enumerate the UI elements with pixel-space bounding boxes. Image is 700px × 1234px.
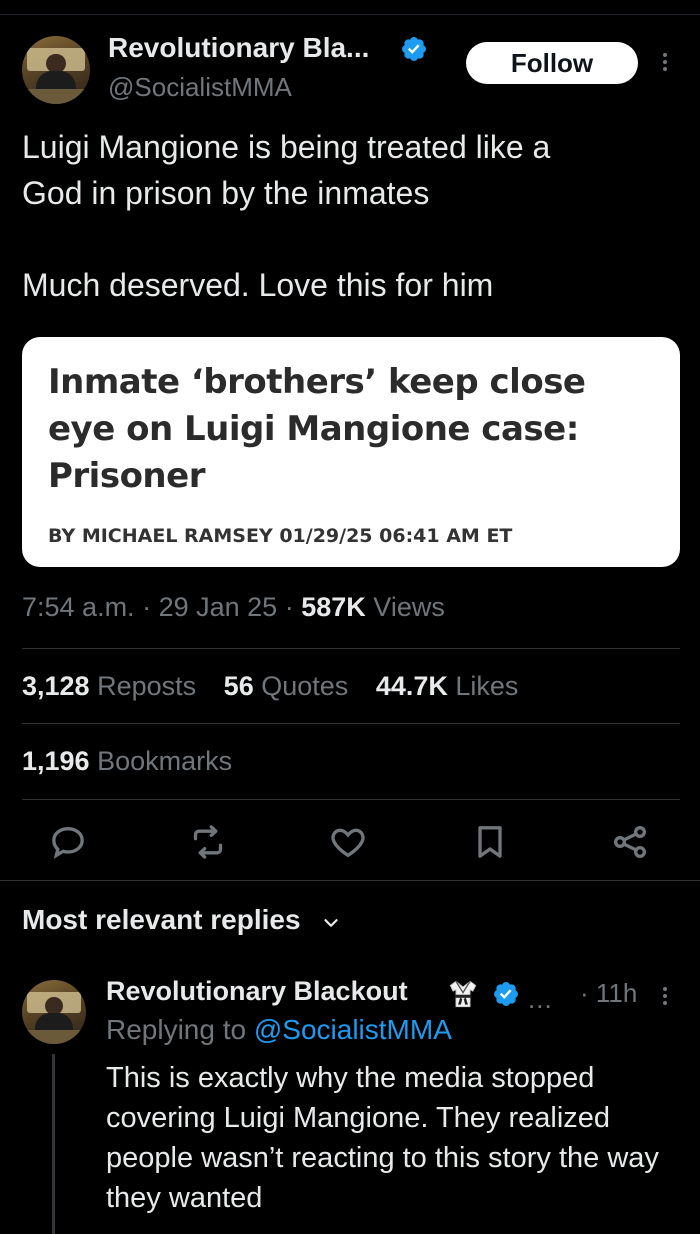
bookmarks-count: 1,196 [22,746,90,776]
repost-icon[interactable] [188,822,228,862]
tweet-time[interactable]: 7:54 a.m. [22,592,135,622]
replying-to: Replying to @SocialistMMA [106,1014,452,1046]
verified-badge-icon [494,982,518,1006]
reply-text: This is exactly why the media stopped co… [106,1062,659,1214]
likes-count: 44.7K [375,671,448,701]
replies-sort-label[interactable]: Most relevant replies [22,904,301,936]
tweet-meta: 7:54 a.m. · 29 Jan 25 · 587K Views [22,592,445,623]
views-count[interactable]: 587K [301,592,366,622]
author-handle[interactable]: @SocialistMMA [108,72,292,103]
reply-time[interactable]: · 11h [580,978,637,1009]
author-avatar[interactable] [22,36,90,104]
reposts-stat[interactable]: 3,128 Reposts [22,671,196,701]
like-icon[interactable] [328,822,368,862]
reply-icon[interactable] [48,822,88,862]
divider [22,723,680,724]
bookmarks-label: Bookmarks [97,746,233,776]
name-truncation: ... [528,984,553,1014]
top-divider [0,14,700,15]
quotes-count: 56 [223,671,254,701]
chevron-down-icon[interactable] [320,912,342,934]
tweet-text: Luigi Mangione is being treated like a G… [22,124,682,308]
more-options-icon[interactable] [660,50,670,74]
tweet-text-line: Luigi Mangione is being treated like a [22,129,551,165]
follow-button[interactable]: Follow [466,42,638,84]
article-headline: Inmate ‘brothers’ keep close eye on Luig… [48,362,586,496]
reply-author-avatar[interactable] [22,980,86,1044]
divider [22,799,680,800]
engagement-stats: 3,128 Reposts 56 Quotes 44.7K Likes [22,671,538,702]
thread-line [52,1054,55,1234]
meta-separator: · [284,592,294,622]
likes-label: Likes [455,671,519,701]
replying-prefix: Replying to [106,1014,247,1045]
article-image[interactable]: Inmate ‘brothers’ keep close eye on Luig… [22,337,680,567]
tweet-date[interactable]: 29 Jan 25 [159,592,278,622]
share-icon[interactable] [610,822,650,862]
views-label[interactable]: Views [373,592,445,622]
section-divider [0,880,700,881]
bookmarks-stat[interactable]: 1,196 Bookmarks [22,746,232,777]
tweet-text-line: God in prison by the inmates [22,175,430,211]
likes-stat[interactable]: 44.7K Likes [376,671,519,701]
martial-arts-uniform-icon [449,980,477,1008]
reply-more-options-icon[interactable] [660,984,670,1008]
author-display-name[interactable]: Revolutionary Bla... [108,32,369,64]
replying-handle-link[interactable]: @SocialistMMA [254,1014,452,1045]
quotes-label: Quotes [261,671,349,701]
tweet-text-line: Much deserved. Love this for him [22,267,494,303]
reply-author-name[interactable]: Revolutionary Blackout [106,976,408,1007]
meta-separator: · [142,592,152,622]
divider [22,648,680,649]
verified-badge-icon [402,37,426,61]
bookmark-icon[interactable] [470,822,510,862]
reposts-count: 3,128 [22,671,90,701]
quotes-stat[interactable]: 56 Quotes [224,671,349,701]
article-byline: BY MICHAEL RAMSEY 01/29/25 06:41 AM ET [48,525,513,547]
reposts-label: Reposts [97,671,197,701]
